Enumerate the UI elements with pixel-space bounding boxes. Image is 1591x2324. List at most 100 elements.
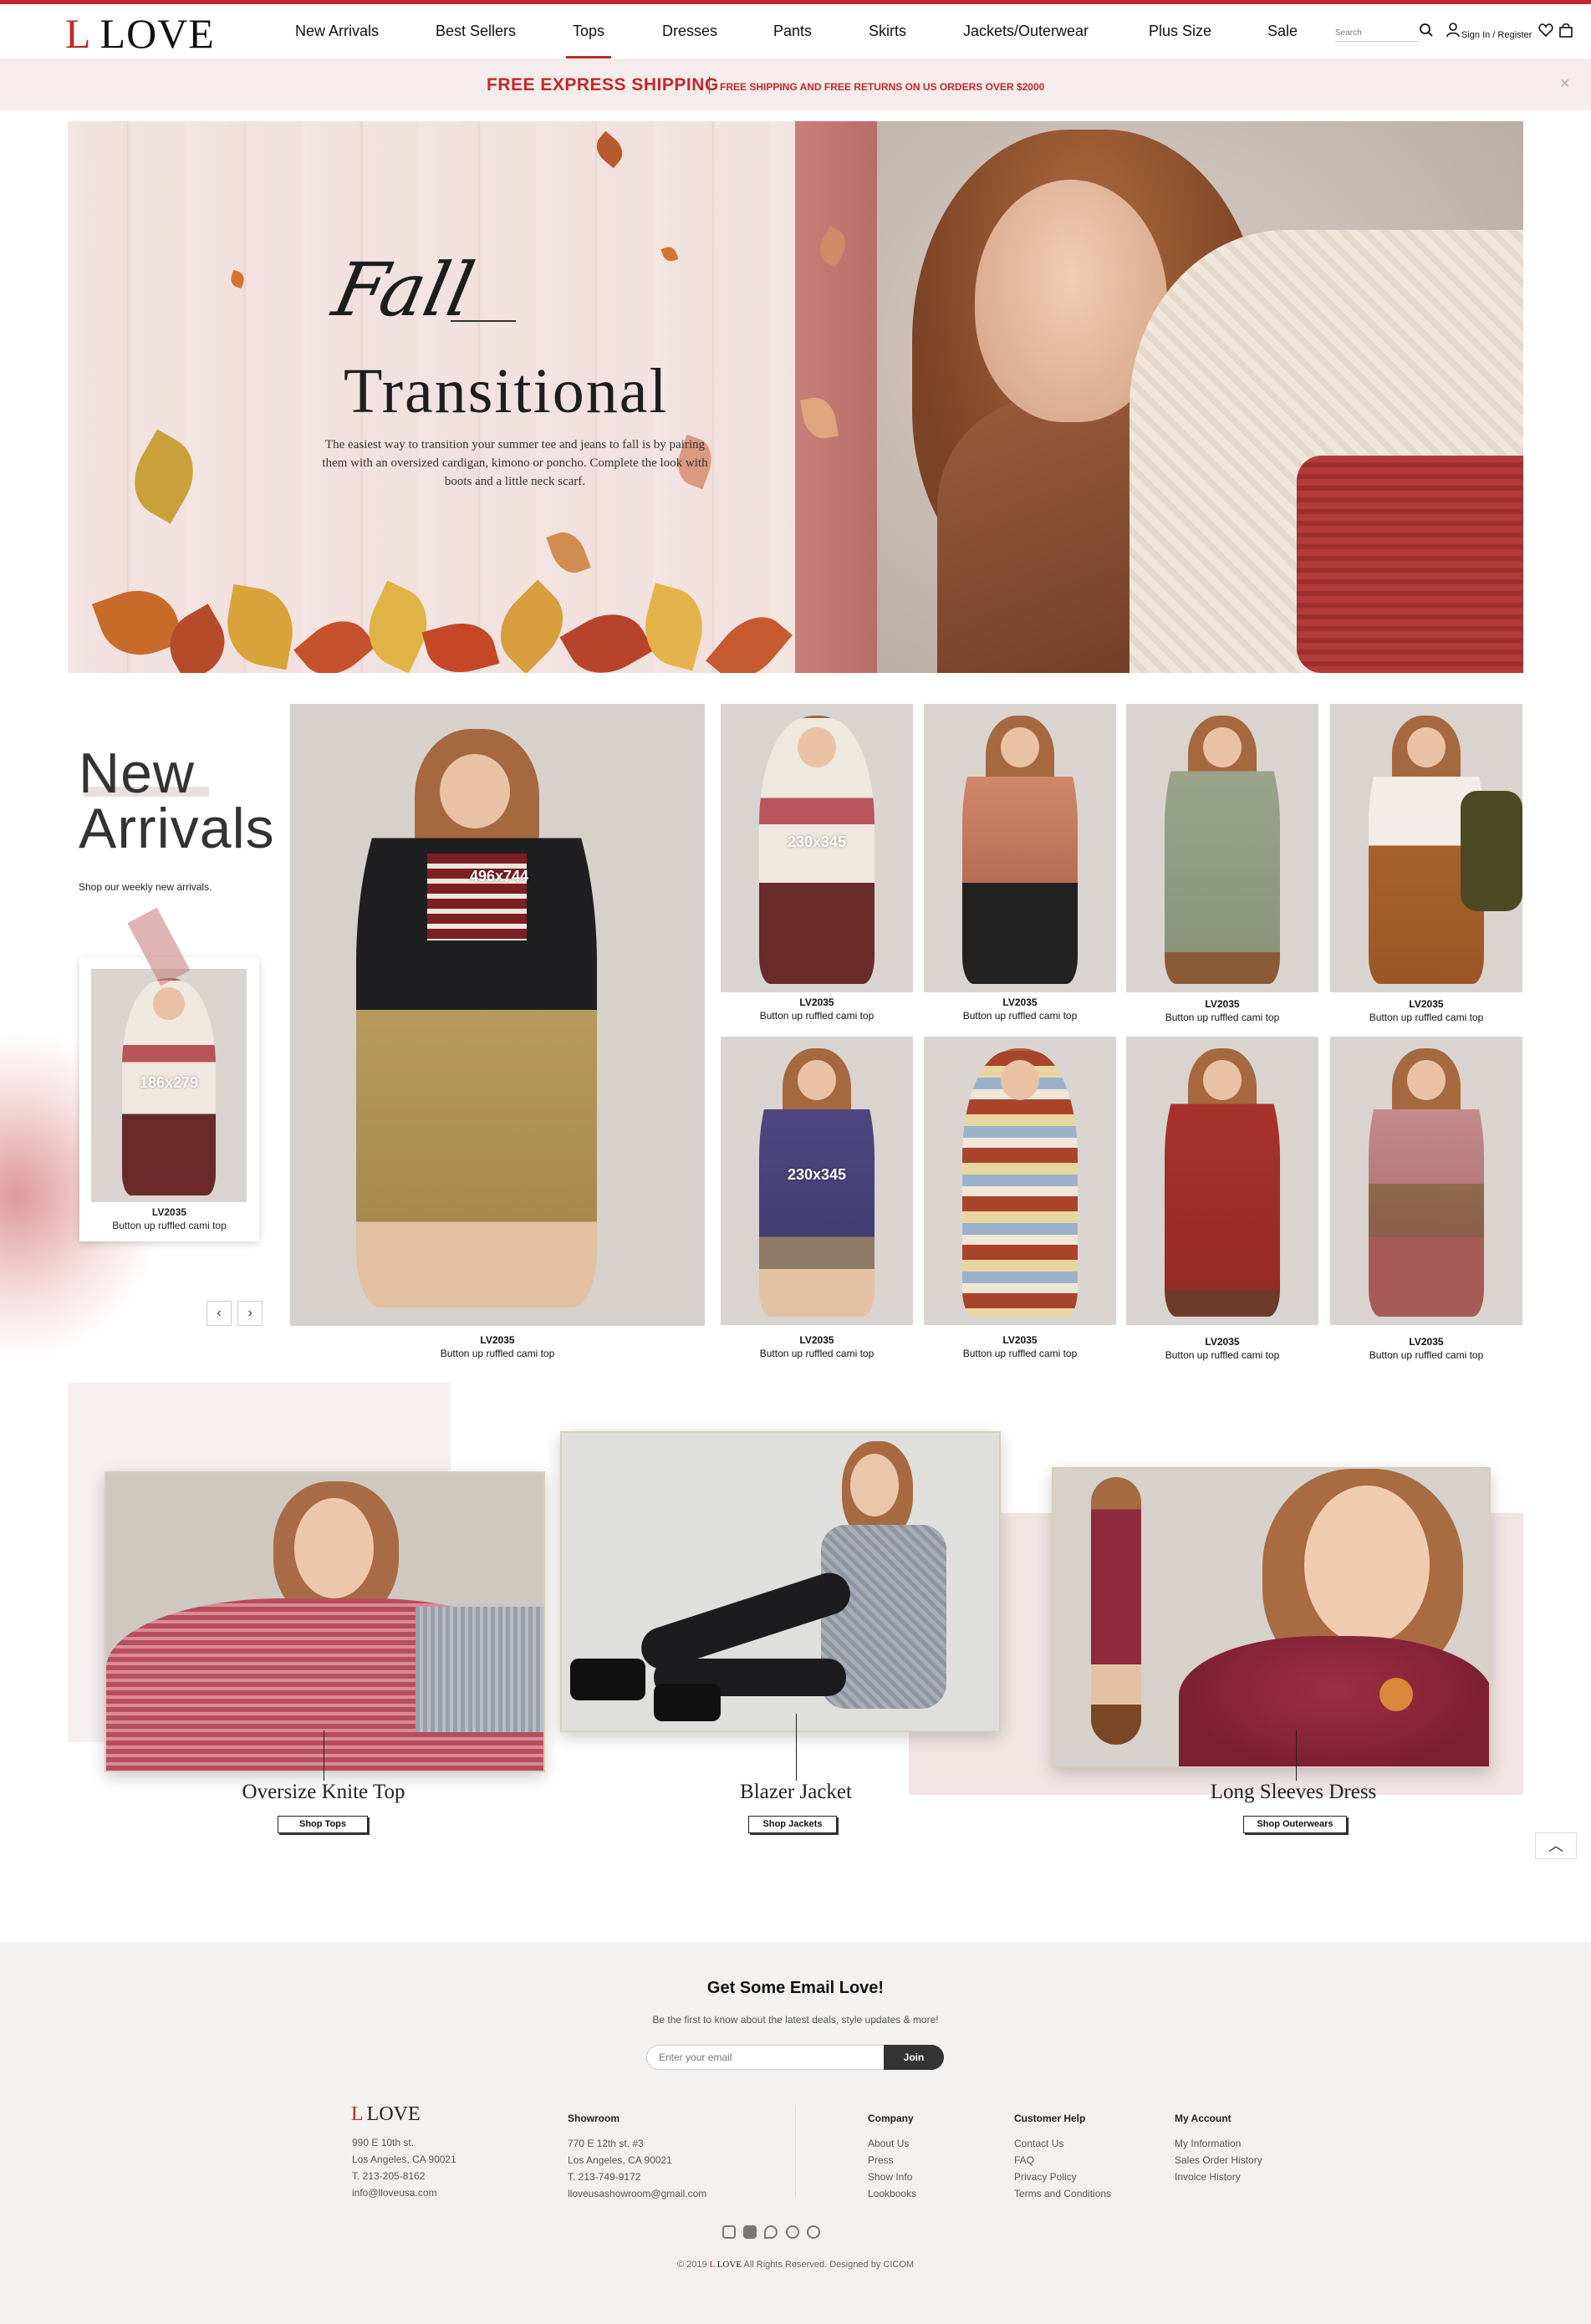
pinterest-icon[interactable] <box>786 2225 799 2239</box>
model-boot <box>654 1684 721 1721</box>
image-dimension-label: 230x345 <box>787 833 847 851</box>
address-email[interactable]: info@lloveusa.com <box>352 2184 456 2201</box>
footer-link[interactable]: About Us <box>868 2135 916 2152</box>
footer-link[interactable]: Show Info <box>868 2169 916 2185</box>
hero-title: Transitional <box>344 356 669 426</box>
close-icon[interactable]: × <box>1560 74 1570 94</box>
product-name[interactable]: Button up ruffled cami top <box>1126 1012 1318 1023</box>
instagram-icon[interactable] <box>722 2225 736 2239</box>
dress-embroidery <box>1379 1678 1413 1711</box>
footer-link[interactable]: My Information <box>1175 2135 1262 2152</box>
model-boot <box>570 1659 645 1700</box>
logo-letter: L <box>65 10 92 57</box>
logo-letter: L <box>351 2103 364 2125</box>
product-image[interactable] <box>1330 704 1522 992</box>
featured-polaroid-card[interactable]: 186x279 LV2035 Button up ruffled cami to… <box>79 957 259 1241</box>
product-image[interactable]: 230x345 <box>721 704 913 992</box>
footer-link[interactable]: Lookbooks <box>868 2185 916 2202</box>
dribbble-icon[interactable] <box>807 2225 820 2239</box>
join-button[interactable]: Join <box>884 2045 944 2070</box>
logo-word: LOVE <box>716 2260 742 2270</box>
newsletter-subtitle: Be the first to know about the latest de… <box>652 2014 939 2026</box>
facebook-icon[interactable] <box>743 2225 757 2239</box>
bag-icon[interactable] <box>1558 23 1573 42</box>
product-code: LV2035 <box>1205 1336 1240 1348</box>
showroom-email[interactable]: lloveusashowroom@gmail.com <box>568 2185 706 2202</box>
model-face <box>153 987 185 1021</box>
twitter-icon[interactable] <box>764 2225 778 2239</box>
product-image[interactable] <box>924 1037 1116 1325</box>
feature-image-blazer-jacket[interactable] <box>560 1431 1001 1732</box>
site-logo[interactable]: L LOVE <box>65 9 215 58</box>
nav-sale[interactable]: Sale <box>1267 23 1298 40</box>
product-name[interactable]: Button up ruffled cami top <box>1330 1349 1522 1361</box>
feature-image-oversize-knit-top[interactable] <box>105 1471 545 1772</box>
address-line: 990 E 10th st. <box>352 2137 415 2148</box>
footer-logo[interactable]: L LOVE <box>351 2103 421 2126</box>
product-code: LV2035 <box>1205 998 1240 1010</box>
product-name[interactable]: Button up ruffled cami top <box>721 1348 913 1359</box>
footer-link[interactable]: Sales Order History <box>1175 2152 1262 2169</box>
search-input[interactable] <box>1335 25 1419 42</box>
logo-word: LOVE <box>366 2103 421 2125</box>
footer-link[interactable]: FAQ <box>1014 2152 1111 2169</box>
product-image[interactable] <box>1126 704 1318 992</box>
nav-tops[interactable]: Tops <box>565 23 612 59</box>
nav-pants[interactable]: Pants <box>773 23 812 40</box>
showroom-line: Los Angeles, CA 90021 <box>568 2154 672 2166</box>
product-name[interactable]: Button up ruffled cami top <box>924 1348 1116 1359</box>
footer-column-heading: Company <box>868 2112 914 2124</box>
product-image[interactable] <box>1330 1037 1522 1325</box>
nav-skirts[interactable]: Skirts <box>869 23 906 40</box>
polaroid-product-image[interactable]: 186x279 <box>91 969 247 1202</box>
new-arrivals-title-line1: New <box>79 742 196 805</box>
product-name[interactable]: Button up ruffled cami top <box>721 1010 913 1022</box>
carousel-next-button[interactable]: › <box>237 1301 263 1326</box>
footer-link[interactable]: Terms and Conditions <box>1014 2185 1111 2202</box>
model-face <box>1001 726 1039 767</box>
model-figure-small <box>1091 1477 1141 1745</box>
search-icon[interactable] <box>1419 23 1434 42</box>
nav-jackets-outerwear[interactable]: Jackets/Outerwear <box>963 23 1089 40</box>
product-image[interactable]: 230x345 <box>721 1037 913 1325</box>
feature-image-long-sleeves-dress[interactable] <box>1052 1467 1491 1768</box>
shop-outerwears-button[interactable]: Shop Outerwears <box>1243 1816 1347 1833</box>
model-face <box>798 726 836 767</box>
newsletter-title: Get Some Email Love! <box>706 1979 885 1997</box>
model-striped-top <box>426 853 527 940</box>
logo-word: LOVE <box>99 10 215 57</box>
nav-dresses[interactable]: Dresses <box>662 23 717 40</box>
product-name[interactable]: Button up ruffled cami top <box>79 1220 259 1231</box>
feature-title: Blazer Jacket <box>740 1781 852 1803</box>
promo-subtext: FREE SHIPPING AND FREE RETURNS ON US ORD… <box>720 81 1045 93</box>
shop-tops-button[interactable]: Shop Tops <box>278 1816 368 1833</box>
scroll-to-top-button[interactable]: ︿ <box>1535 1832 1577 1859</box>
footer-link[interactable]: Invoice History <box>1175 2169 1262 2185</box>
nav-plus-size[interactable]: Plus Size <box>1149 23 1211 40</box>
model-face <box>439 753 510 828</box>
copyright: © 2019 L LOVE All Rights Reserved. Desig… <box>0 2260 1591 2270</box>
footer-customer-help: Customer Help Contact Us FAQ Privacy Pol… <box>1014 2110 1111 2202</box>
product-image[interactable] <box>1126 1037 1318 1325</box>
product-name[interactable]: Button up ruffled cami top <box>1330 1012 1522 1023</box>
sign-in-link[interactable]: Sign In / Register <box>1461 30 1532 40</box>
email-field[interactable] <box>646 2045 885 2070</box>
product-name[interactable]: Button up ruffled cami top <box>924 1010 1116 1022</box>
carousel-prev-button[interactable]: ‹ <box>207 1301 232 1326</box>
nav-new-arrivals[interactable]: New Arrivals <box>295 23 379 40</box>
user-icon[interactable] <box>1446 23 1460 42</box>
main-product-image[interactable]: 496x744 <box>290 704 705 1326</box>
heart-icon[interactable] <box>1538 23 1553 42</box>
product-name[interactable]: Button up ruffled cami top <box>290 1348 705 1359</box>
footer-link[interactable]: Press <box>868 2152 916 2169</box>
footer-link[interactable]: Privacy Policy <box>1014 2169 1111 2185</box>
product-name[interactable]: Button up ruffled cami top <box>1126 1349 1318 1361</box>
new-arrivals-title-line2: Arrivals <box>79 797 275 860</box>
footer-link[interactable]: Contact Us <box>1014 2135 1111 2152</box>
product-code: LV2035 <box>151 1206 187 1218</box>
product-image[interactable] <box>924 704 1116 992</box>
hero-banner[interactable]: Fall Transitional The easiest way to tra… <box>68 121 1523 673</box>
product-code: LV2035 <box>1002 1334 1038 1346</box>
shop-jackets-button[interactable]: Shop Jackets <box>748 1816 837 1833</box>
nav-best-sellers[interactable]: Best Sellers <box>436 23 516 40</box>
